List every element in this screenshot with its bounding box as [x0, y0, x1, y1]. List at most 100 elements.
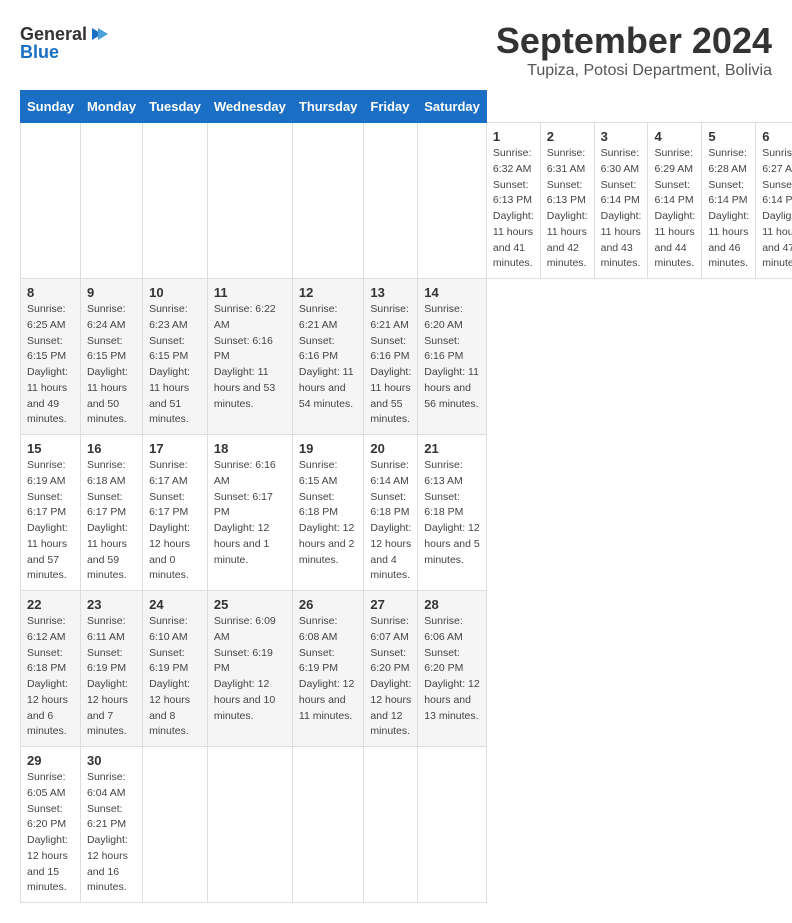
calendar-cell: 12 Sunrise: 6:21 AMSunset: 6:16 PMDaylig… [292, 279, 364, 435]
day-number: 29 [27, 753, 74, 768]
calendar-cell: 9 Sunrise: 6:24 AMSunset: 6:15 PMDayligh… [80, 279, 142, 435]
day-number: 18 [214, 441, 286, 456]
calendar-cell: 15 Sunrise: 6:19 AMSunset: 6:17 PMDaylig… [21, 435, 81, 591]
day-number: 6 [762, 129, 792, 144]
calendar-cell: 13 Sunrise: 6:21 AMSunset: 6:16 PMDaylig… [364, 279, 418, 435]
calendar-cell: 23 Sunrise: 6:11 AMSunset: 6:19 PMDaylig… [80, 591, 142, 747]
day-info: Sunrise: 6:27 AMSunset: 6:14 PMDaylight:… [762, 146, 792, 272]
day-info: Sunrise: 6:21 AMSunset: 6:16 PMDaylight:… [370, 302, 411, 428]
day-number: 2 [547, 129, 588, 144]
day-info: Sunrise: 6:13 AMSunset: 6:18 PMDaylight:… [424, 458, 480, 568]
day-number: 25 [214, 597, 286, 612]
day-info: Sunrise: 6:11 AMSunset: 6:19 PMDaylight:… [87, 614, 136, 740]
calendar-cell: 2 Sunrise: 6:31 AMSunset: 6:13 PMDayligh… [540, 123, 594, 279]
calendar-cell: 26 Sunrise: 6:08 AMSunset: 6:19 PMDaylig… [292, 591, 364, 747]
day-number: 23 [87, 597, 136, 612]
day-info: Sunrise: 6:17 AMSunset: 6:17 PMDaylight:… [149, 458, 201, 584]
calendar-cell: 27 Sunrise: 6:07 AMSunset: 6:20 PMDaylig… [364, 591, 418, 747]
day-number: 15 [27, 441, 74, 456]
day-number: 16 [87, 441, 136, 456]
logo: General Blue [20, 20, 110, 65]
col-monday: Monday [80, 91, 142, 123]
calendar-cell: 3 Sunrise: 6:30 AMSunset: 6:14 PMDayligh… [594, 123, 648, 279]
col-sunday: Sunday [21, 91, 81, 123]
day-info: Sunrise: 6:21 AMSunset: 6:16 PMDaylight:… [299, 302, 358, 412]
svg-text:Blue: Blue [20, 42, 59, 62]
calendar-cell: 5 Sunrise: 6:28 AMSunset: 6:14 PMDayligh… [702, 123, 756, 279]
calendar-cell: 8 Sunrise: 6:25 AMSunset: 6:15 PMDayligh… [21, 279, 81, 435]
day-number: 9 [87, 285, 136, 300]
day-number: 28 [424, 597, 480, 612]
day-info: Sunrise: 6:20 AMSunset: 6:16 PMDaylight:… [424, 302, 480, 412]
day-info: Sunrise: 6:18 AMSunset: 6:17 PMDaylight:… [87, 458, 136, 584]
day-info: Sunrise: 6:15 AMSunset: 6:18 PMDaylight:… [299, 458, 358, 568]
day-number: 26 [299, 597, 358, 612]
day-info: Sunrise: 6:29 AMSunset: 6:14 PMDaylight:… [654, 146, 695, 272]
day-number: 13 [370, 285, 411, 300]
page-header: General Blue September 2024 Tupiza, Poto… [20, 20, 772, 80]
day-number: 21 [424, 441, 480, 456]
calendar-cell [207, 123, 292, 279]
calendar-cell [292, 123, 364, 279]
calendar-cell [292, 747, 364, 903]
calendar-cell: 21 Sunrise: 6:13 AMSunset: 6:18 PMDaylig… [418, 435, 487, 591]
calendar-cell: 25 Sunrise: 6:09 AMSunset: 6:19 PMDaylig… [207, 591, 292, 747]
day-number: 8 [27, 285, 74, 300]
day-number: 20 [370, 441, 411, 456]
day-info: Sunrise: 6:22 AMSunset: 6:16 PMDaylight:… [214, 302, 286, 412]
day-number: 11 [214, 285, 286, 300]
day-number: 24 [149, 597, 201, 612]
calendar-cell: 16 Sunrise: 6:18 AMSunset: 6:17 PMDaylig… [80, 435, 142, 591]
calendar-cell [21, 123, 81, 279]
day-number: 1 [493, 129, 534, 144]
day-info: Sunrise: 6:25 AMSunset: 6:15 PMDaylight:… [27, 302, 74, 428]
calendar-cell [207, 747, 292, 903]
calendar-cell [80, 123, 142, 279]
header-row: Sunday Monday Tuesday Wednesday Thursday… [21, 91, 792, 123]
day-number: 27 [370, 597, 411, 612]
col-wednesday: Wednesday [207, 91, 292, 123]
calendar-cell: 1 Sunrise: 6:32 AMSunset: 6:13 PMDayligh… [486, 123, 540, 279]
calendar-cell: 10 Sunrise: 6:23 AMSunset: 6:15 PMDaylig… [143, 279, 208, 435]
day-number: 5 [708, 129, 749, 144]
day-info: Sunrise: 6:14 AMSunset: 6:18 PMDaylight:… [370, 458, 411, 584]
day-info: Sunrise: 6:10 AMSunset: 6:19 PMDaylight:… [149, 614, 201, 740]
calendar-cell [143, 747, 208, 903]
day-info: Sunrise: 6:23 AMSunset: 6:15 PMDaylight:… [149, 302, 201, 428]
day-info: Sunrise: 6:24 AMSunset: 6:15 PMDaylight:… [87, 302, 136, 428]
logo-icon: General Blue [20, 20, 110, 65]
day-info: Sunrise: 6:31 AMSunset: 6:13 PMDaylight:… [547, 146, 588, 272]
calendar-cell [364, 747, 418, 903]
day-number: 14 [424, 285, 480, 300]
day-info: Sunrise: 6:28 AMSunset: 6:14 PMDaylight:… [708, 146, 749, 272]
col-thursday: Thursday [292, 91, 364, 123]
calendar-cell: 20 Sunrise: 6:14 AMSunset: 6:18 PMDaylig… [364, 435, 418, 591]
col-friday: Friday [364, 91, 418, 123]
day-info: Sunrise: 6:07 AMSunset: 6:20 PMDaylight:… [370, 614, 411, 740]
day-info: Sunrise: 6:19 AMSunset: 6:17 PMDaylight:… [27, 458, 74, 584]
calendar-cell: 28 Sunrise: 6:06 AMSunset: 6:20 PMDaylig… [418, 591, 487, 747]
calendar-cell: 6 Sunrise: 6:27 AMSunset: 6:14 PMDayligh… [756, 123, 792, 279]
day-number: 4 [654, 129, 695, 144]
month-title: September 2024 [496, 20, 772, 62]
day-info: Sunrise: 6:06 AMSunset: 6:20 PMDaylight:… [424, 614, 480, 724]
calendar-cell [418, 123, 487, 279]
calendar-cell: 18 Sunrise: 6:16 AMSunset: 6:17 PMDaylig… [207, 435, 292, 591]
day-number: 10 [149, 285, 201, 300]
svg-text:General: General [20, 24, 87, 44]
calendar-cell [418, 747, 487, 903]
day-number: 22 [27, 597, 74, 612]
day-number: 19 [299, 441, 358, 456]
day-number: 3 [601, 129, 642, 144]
calendar-cell: 19 Sunrise: 6:15 AMSunset: 6:18 PMDaylig… [292, 435, 364, 591]
day-number: 30 [87, 753, 136, 768]
day-info: Sunrise: 6:16 AMSunset: 6:17 PMDaylight:… [214, 458, 286, 568]
calendar-cell: 22 Sunrise: 6:12 AMSunset: 6:18 PMDaylig… [21, 591, 81, 747]
title-area: September 2024 Tupiza, Potosi Department… [496, 20, 772, 80]
col-saturday: Saturday [418, 91, 487, 123]
col-tuesday: Tuesday [143, 91, 208, 123]
calendar-cell: 29 Sunrise: 6:05 AMSunset: 6:20 PMDaylig… [21, 747, 81, 903]
calendar-cell [364, 123, 418, 279]
day-info: Sunrise: 6:08 AMSunset: 6:19 PMDaylight:… [299, 614, 358, 724]
calendar-cell: 14 Sunrise: 6:20 AMSunset: 6:16 PMDaylig… [418, 279, 487, 435]
